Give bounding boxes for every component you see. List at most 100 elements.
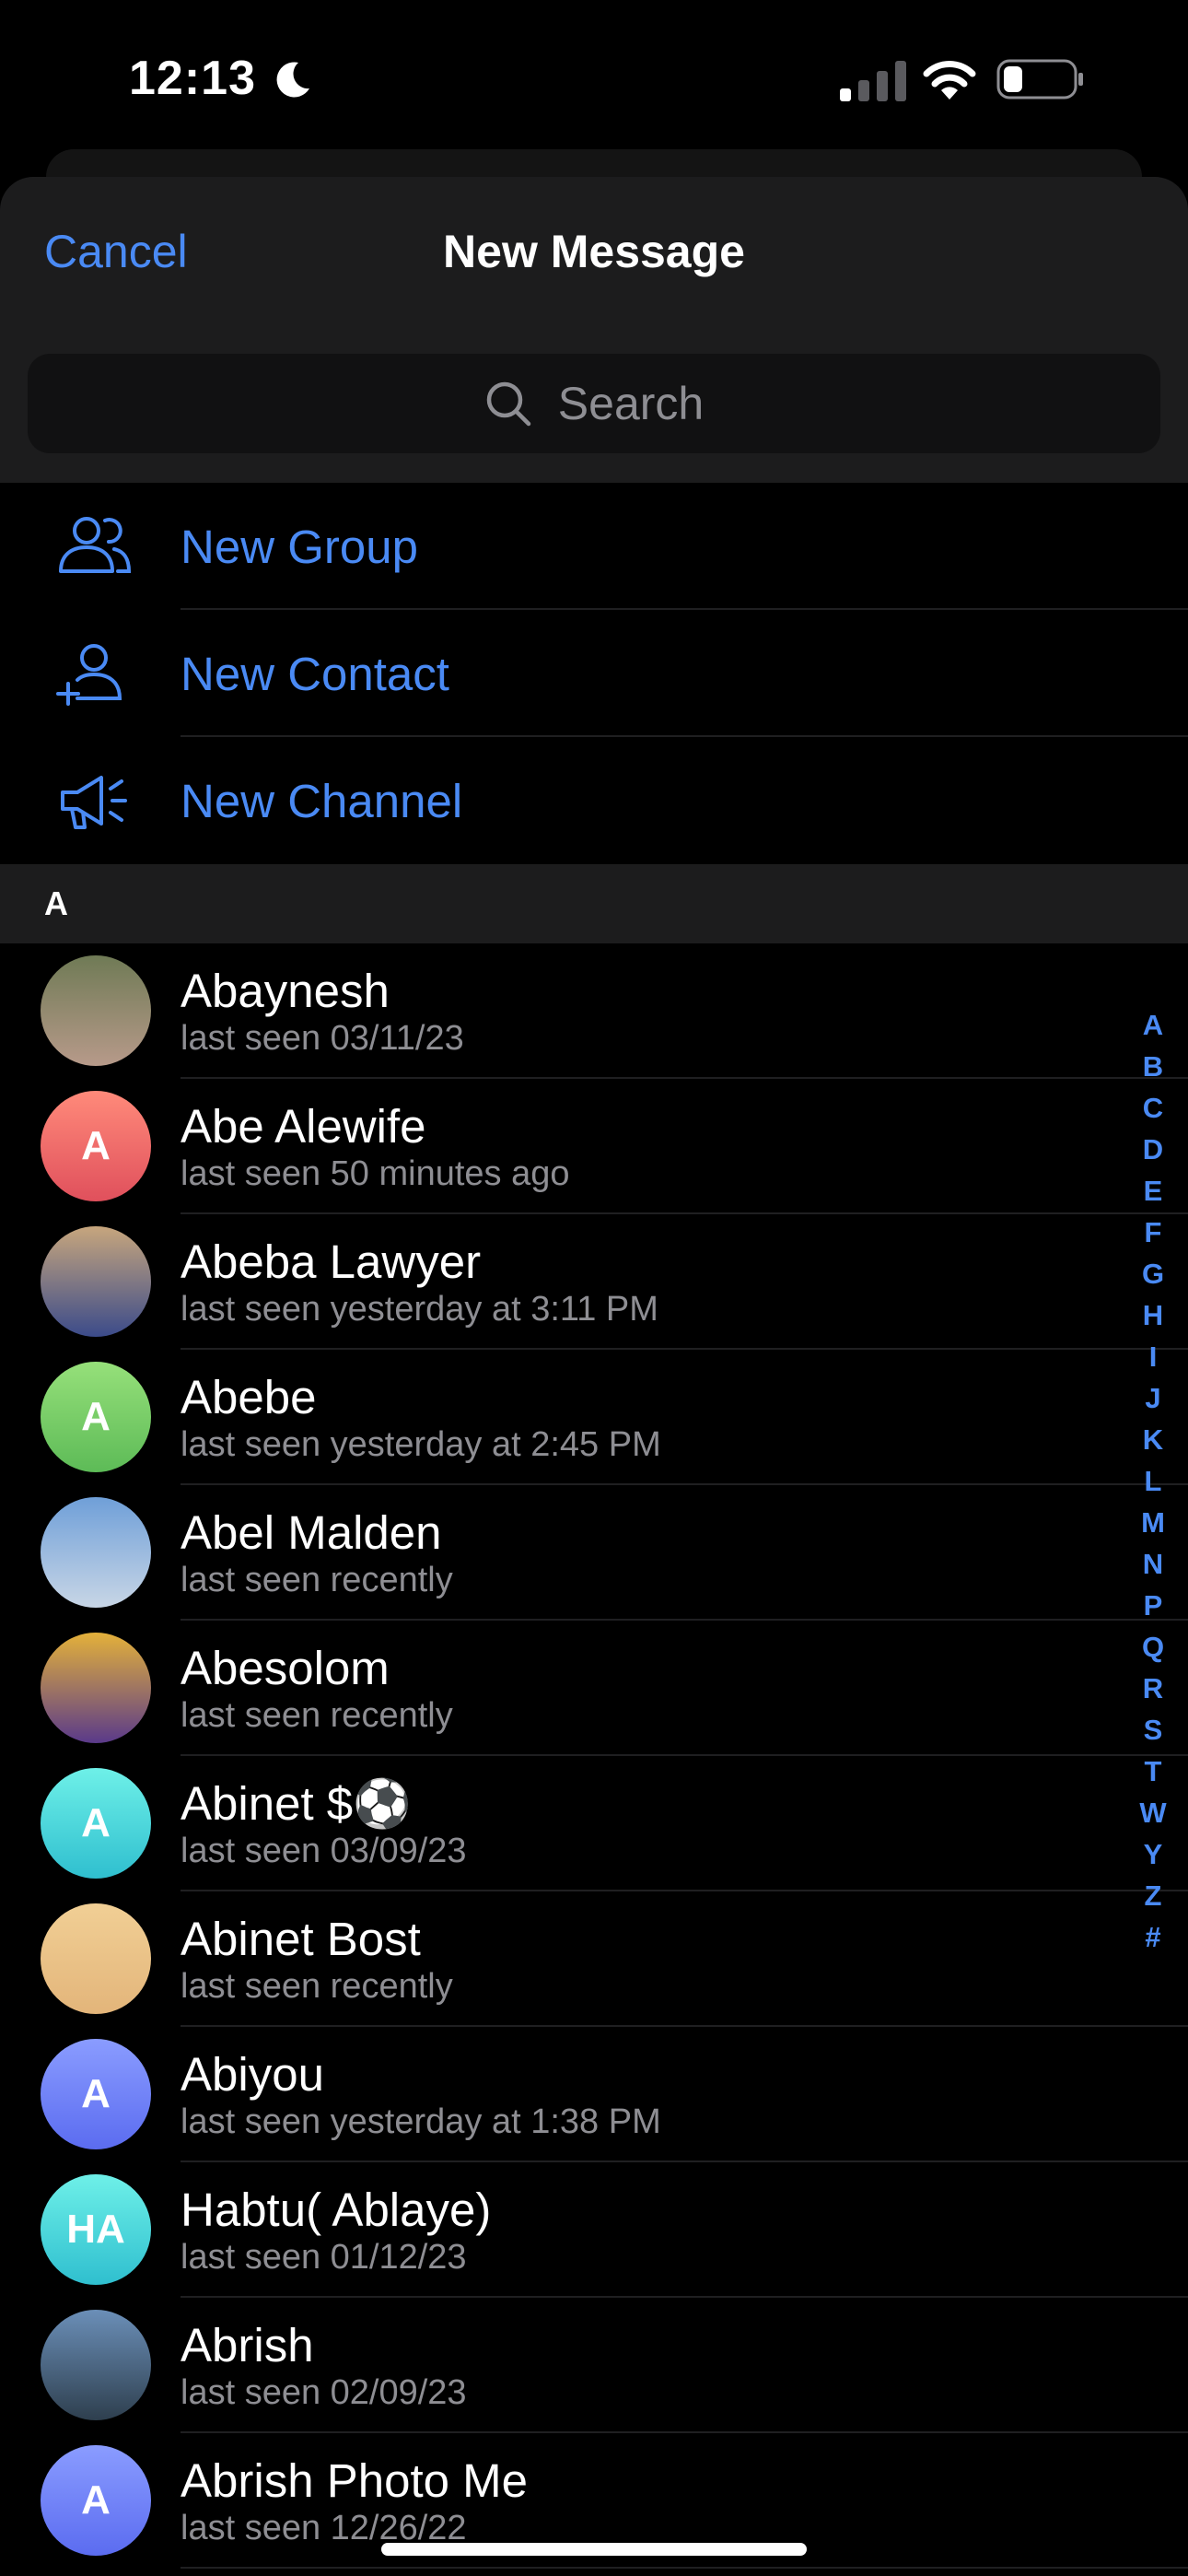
megaphone-icon (61, 776, 127, 829)
status-bar: 12:13 (0, 0, 1188, 157)
search-placeholder: Search (557, 378, 705, 429)
contact-row[interactable]: Abaynesh last seen 03/11/23 (0, 943, 1188, 1079)
contact-row[interactable]: Abel Malden last seen recently (0, 1485, 1188, 1621)
avatar-initials: A (81, 2477, 111, 2523)
new-group-button[interactable]: New Group (0, 483, 1188, 610)
contact-last-seen: last seen recently (181, 1967, 453, 2006)
wifi-icon (923, 61, 976, 100)
index-letter[interactable]: Y (1135, 1833, 1171, 1875)
new-message-screen: 12:13 Cancel New Message Search New Grou… (0, 0, 1188, 2576)
avatar (41, 1903, 151, 2014)
contact-last-seen: last seen recently (181, 1561, 453, 1599)
search-input[interactable]: Search (28, 354, 1160, 453)
battery-icon (996, 59, 1083, 100)
contact-row[interactable]: Abinet Bost last seen recently (0, 1891, 1188, 2027)
index-letter[interactable]: K (1135, 1419, 1171, 1460)
new-group-label: New Group (181, 521, 418, 573)
index-letter[interactable]: D (1135, 1129, 1171, 1170)
contact-name: Abrish (181, 2319, 314, 2371)
index-letter[interactable]: G (1135, 1253, 1171, 1294)
contact-last-seen: last seen 02/09/23 (181, 2373, 467, 2412)
new-contact-button[interactable]: New Contact (0, 610, 1188, 737)
contact-name: Abinet Bost (181, 1913, 421, 1965)
avatar (41, 2310, 151, 2420)
index-letter[interactable]: T (1135, 1751, 1171, 1792)
index-letter[interactable]: L (1135, 1460, 1171, 1502)
index-letter[interactable]: A (1135, 1004, 1171, 1046)
index-letter[interactable]: J (1135, 1377, 1171, 1419)
contact-row[interactable]: A Abinet $⚽ last seen 03/09/23 (0, 1756, 1188, 1891)
add-contact-icon (56, 644, 122, 706)
contact-list: Abaynesh last seen 03/11/23 A Abe Alewife la… (0, 943, 1188, 2569)
contact-row[interactable]: Abrish last seen 02/09/23 (0, 2298, 1188, 2433)
action-list: New Group New Contact New Channel (0, 483, 1188, 864)
avatar-initials: HA (66, 2207, 125, 2252)
contact-last-seen: last seen yesterday at 3:11 PM (181, 1290, 658, 1329)
signal-icon (840, 61, 906, 101)
index-letter[interactable]: M (1135, 1502, 1171, 1543)
avatar-initials: A (81, 1394, 111, 1439)
avatar: HA (41, 2174, 151, 2285)
moon-icon (276, 62, 309, 98)
avatar (41, 1497, 151, 1608)
index-letter[interactable]: W (1135, 1792, 1171, 1833)
avatar: A (41, 1768, 151, 1879)
new-channel-button[interactable]: New Channel (0, 737, 1188, 864)
alphabet-index[interactable]: A B C D E F G H I J K L M N P Q R S T W Y Z # (1135, 1004, 1171, 1958)
contact-name: Abaynesh (181, 965, 390, 1017)
avatar (41, 1633, 151, 1743)
avatar-initials: A (81, 2071, 111, 2116)
contact-row[interactable]: A Abiyou last seen yesterday at 1:38 PM (0, 2027, 1188, 2162)
contact-row[interactable]: Abesolom last seen recently (0, 1621, 1188, 1756)
index-letter[interactable]: C (1135, 1087, 1171, 1129)
avatar: A (41, 2445, 151, 2556)
avatar-initials: A (81, 1800, 111, 1845)
avatar: A (41, 1362, 151, 1472)
avatar: A (41, 1091, 151, 1201)
contact-name: Abinet $⚽ (181, 1777, 412, 1830)
contact-row[interactable]: A Abebe last seen yesterday at 2:45 PM (0, 1350, 1188, 1485)
contact-name: Habtu( Ablaye) (181, 2184, 492, 2236)
index-letter[interactable]: B (1135, 1046, 1171, 1087)
index-letter[interactable]: I (1135, 1336, 1171, 1377)
index-letter[interactable]: # (1135, 1916, 1171, 1958)
index-letter[interactable]: F (1135, 1212, 1171, 1253)
section-letter: A (44, 884, 68, 922)
status-time: 12:13 (129, 52, 256, 105)
index-letter[interactable]: P (1135, 1585, 1171, 1626)
contact-name: Abeba Lawyer (181, 1235, 482, 1288)
avatar (41, 955, 151, 1066)
contact-last-seen: last seen 01/12/23 (181, 2238, 467, 2277)
avatar: A (41, 2039, 151, 2149)
new-message-sheet: Cancel New Message Search New Group New … (0, 177, 1188, 2576)
sheet-header: Cancel New Message Search (0, 177, 1188, 483)
contact-last-seen: last seen yesterday at 2:45 PM (181, 1425, 661, 1464)
contact-last-seen: last seen 03/11/23 (181, 1019, 464, 1058)
index-letter[interactable]: E (1135, 1170, 1171, 1212)
contact-last-seen: last seen 50 minutes ago (181, 1154, 570, 1193)
new-contact-label: New Contact (181, 648, 449, 700)
sheet-title: New Message (443, 226, 745, 277)
contact-name: Abiyou (181, 2048, 324, 2101)
contact-row[interactable]: HA Habtu( Ablaye) last seen 01/12/23 (0, 2162, 1188, 2298)
contact-row[interactable]: A Abe Alewife last seen 50 minutes ago (0, 1079, 1188, 1214)
avatar-initials: A (81, 1123, 111, 1168)
contact-name: Abel Malden (181, 1506, 442, 1559)
home-indicator (381, 2543, 807, 2556)
avatar (41, 1226, 151, 1337)
new-channel-label: New Channel (181, 775, 463, 827)
group-icon (59, 517, 132, 573)
contact-name: Abrish Photo Me (181, 2454, 529, 2507)
index-letter[interactable]: Q (1135, 1626, 1171, 1668)
contact-name: Abebe (181, 1371, 317, 1423)
contact-name: Abesolom (181, 1642, 390, 1694)
contact-row[interactable]: Abeba Lawyer last seen yesterday at 3:11 … (0, 1214, 1188, 1350)
index-letter[interactable]: N (1135, 1543, 1171, 1585)
index-letter[interactable]: H (1135, 1294, 1171, 1336)
index-letter[interactable]: R (1135, 1668, 1171, 1709)
contact-last-seen: last seen recently (181, 1696, 453, 1735)
index-letter[interactable]: S (1135, 1709, 1171, 1751)
divider (181, 2567, 1188, 2569)
section-header-a: A (0, 864, 1188, 943)
index-letter[interactable]: Z (1135, 1875, 1171, 1916)
